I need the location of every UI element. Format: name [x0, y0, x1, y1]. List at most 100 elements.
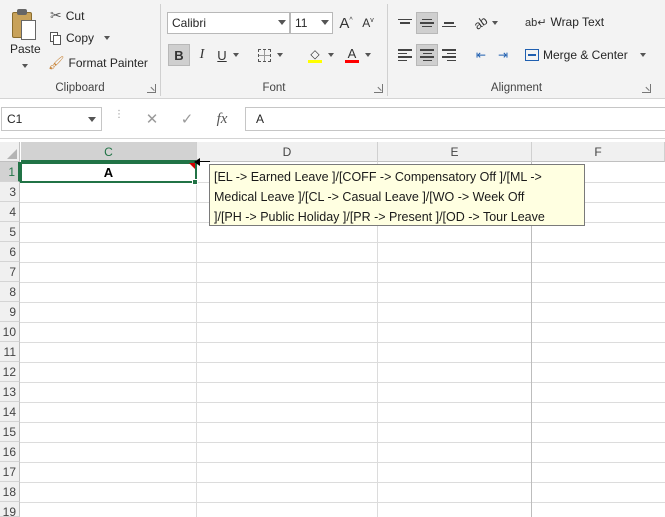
row-header[interactable]: 6	[0, 242, 20, 262]
column-header-e[interactable]: E	[378, 142, 532, 162]
formula-input[interactable]: A	[245, 107, 665, 131]
copy-button[interactable]: Copy	[50, 31, 111, 45]
font-name-select[interactable]: Calibri	[167, 12, 290, 34]
gridline	[196, 162, 197, 517]
row-header[interactable]: 8	[0, 282, 20, 302]
copy-dropdown-icon[interactable]	[104, 36, 111, 40]
row-header[interactable]: 3	[0, 182, 20, 202]
cell-comment[interactable]: [EL -> Earned Leave ]/[COFF -> Compensat…	[209, 164, 585, 226]
copy-icon	[50, 31, 62, 45]
underline-dropdown-icon	[232, 53, 239, 57]
merge-center-button[interactable]: Merge & Center	[525, 48, 646, 62]
row-header[interactable]: 12	[0, 362, 20, 382]
gridline	[20, 282, 665, 283]
decrease-indent-button[interactable]: ⇤	[470, 44, 492, 66]
align-center-icon	[420, 49, 434, 61]
worksheet-grid: C D E F 1 3 4 5 6 7 8 9 10 11 12 13 14 1…	[0, 139, 665, 517]
select-all-button[interactable]	[0, 142, 20, 162]
orientation-button[interactable]: ab	[470, 12, 502, 34]
gridline	[20, 502, 665, 503]
name-box-dropdown-icon[interactable]	[88, 117, 96, 122]
alignment-group: ab ab↵ Wrap Text ⇤ ⇥ Merge & Center Alig…	[388, 0, 665, 99]
font-color-button[interactable]: A	[341, 44, 375, 66]
cancel-icon: ✕	[145, 111, 159, 128]
borders-button[interactable]	[253, 44, 287, 66]
bottom-align-button[interactable]	[438, 12, 460, 34]
row-header[interactable]: 17	[0, 462, 20, 482]
row-header[interactable]: 18	[0, 482, 20, 502]
column-header-f[interactable]: F	[532, 142, 665, 162]
comment-connector-icon	[194, 158, 210, 167]
row-header[interactable]: 14	[0, 402, 20, 422]
align-left-button[interactable]	[394, 44, 416, 66]
alignment-dialog-launcher-icon[interactable]	[642, 84, 651, 93]
paste-label: Paste	[10, 42, 41, 56]
fill-bucket-icon: ◇	[308, 48, 322, 63]
row-header[interactable]: 10	[0, 322, 20, 342]
format-painter-button[interactable]: 🖌 Format Painter	[48, 55, 148, 71]
function-icon: fx	[216, 110, 228, 127]
row-header[interactable]: 19	[0, 502, 20, 517]
gridline	[20, 422, 665, 423]
merge-center-dropdown-icon[interactable]	[639, 53, 646, 57]
gridline	[20, 302, 665, 303]
ribbon: Paste ✂ Cut Copy 🖌 Format Painter Clipbo…	[0, 0, 665, 99]
grow-font-button[interactable]: A^	[335, 12, 357, 34]
row-header[interactable]: 13	[0, 382, 20, 402]
top-align-button[interactable]	[394, 12, 416, 34]
shrink-font-icon: Av	[362, 16, 374, 30]
font-color-icon: A	[345, 47, 359, 63]
cancel-formula-button[interactable]: ✕	[138, 107, 166, 131]
row-header[interactable]: 9	[0, 302, 20, 322]
comment-line: Medical Leave ]/[CL -> Casual Leave ]/[W…	[214, 190, 525, 204]
merge-center-icon	[525, 49, 539, 61]
align-center-button[interactable]	[416, 44, 438, 66]
row-header[interactable]: 16	[0, 442, 20, 462]
decrease-indent-icon: ⇤	[475, 48, 487, 62]
insert-function-button[interactable]: fx	[208, 107, 236, 131]
top-align-icon	[398, 18, 412, 28]
formula-value: A	[256, 112, 265, 126]
row-header[interactable]: 15	[0, 422, 20, 442]
gridline	[20, 462, 665, 463]
underline-button[interactable]: U	[213, 44, 243, 66]
shrink-font-button[interactable]: Av	[357, 12, 379, 34]
row-header[interactable]: 1	[0, 162, 20, 182]
paste-dropdown-icon[interactable]	[22, 64, 28, 68]
clipboard-dialog-launcher-icon[interactable]	[147, 84, 156, 93]
row-header[interactable]: 4	[0, 202, 20, 222]
middle-align-button[interactable]	[416, 12, 438, 34]
gridline	[20, 242, 665, 243]
cell-c1[interactable]: A	[20, 162, 197, 183]
fill-color-button[interactable]: ◇	[304, 44, 338, 66]
row-header[interactable]: 5	[0, 222, 20, 242]
align-right-button[interactable]	[438, 44, 460, 66]
name-box[interactable]: C1	[1, 107, 102, 131]
increase-indent-button[interactable]: ⇥	[492, 44, 514, 66]
name-box-value: C1	[7, 112, 23, 126]
gridline	[20, 402, 665, 403]
gridline	[20, 362, 665, 363]
font-size-select[interactable]: 11	[290, 12, 333, 34]
wrap-text-button[interactable]: ab↵ Wrap Text	[525, 15, 604, 29]
format-painter-label: Format Painter	[68, 56, 148, 70]
column-header-d[interactable]: D	[197, 142, 378, 162]
gridline	[20, 322, 665, 323]
formula-bar-grip-icon[interactable]: ⋮	[114, 110, 124, 120]
bold-icon: B	[174, 47, 184, 63]
paste-button[interactable]: Paste	[4, 2, 44, 74]
font-size-value: 11	[295, 16, 308, 30]
merge-center-label: Merge & Center	[543, 48, 628, 62]
fill-handle[interactable]	[192, 179, 198, 185]
cut-button[interactable]: ✂ Cut	[50, 7, 84, 24]
italic-button[interactable]: I	[191, 44, 213, 66]
font-dialog-launcher-icon[interactable]	[374, 84, 383, 93]
gridline	[20, 262, 665, 263]
row-header[interactable]: 7	[0, 262, 20, 282]
enter-formula-button[interactable]: ✓	[173, 107, 201, 131]
align-left-icon	[398, 49, 412, 61]
align-right-icon	[442, 49, 456, 61]
column-header-c[interactable]: C	[21, 142, 197, 162]
row-header[interactable]: 11	[0, 342, 20, 362]
bold-button[interactable]: B	[168, 44, 190, 66]
